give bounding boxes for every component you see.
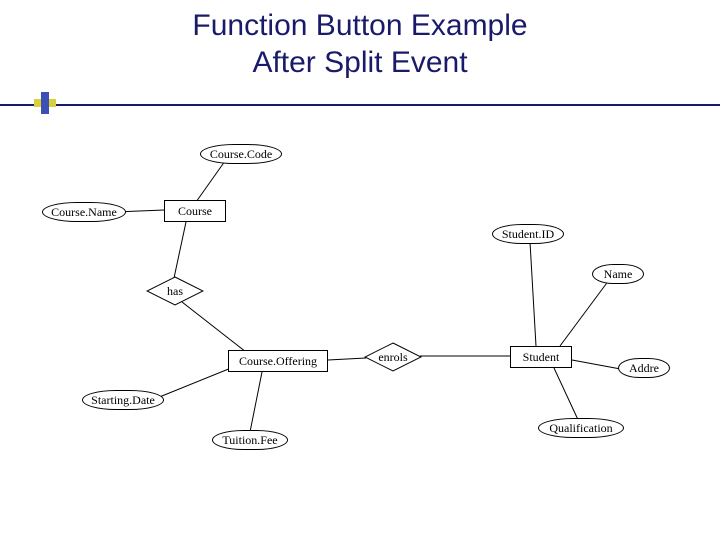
attr-course-code: Course.Code: [200, 144, 282, 164]
er-diagram: Course.Code Course.Name Starting.Date Tu…: [60, 130, 680, 510]
entity-course-offering: Course.Offering: [228, 350, 328, 372]
connector-lines: [60, 130, 680, 510]
relationship-has: has: [146, 276, 204, 306]
entity-course: Course: [164, 200, 226, 222]
attr-starting-date: Starting.Date: [82, 390, 164, 410]
slide-title: Function Button Example After Split Even…: [0, 8, 720, 81]
title-line-2: After Split Event: [252, 46, 467, 79]
attr-tuition-fee: Tuition.Fee: [212, 430, 288, 450]
bullet-icon: [34, 92, 56, 114]
attr-student-addr: Addre: [618, 358, 670, 378]
attr-student-id: Student.ID: [492, 224, 564, 244]
attr-student-qual: Qualification: [538, 418, 624, 438]
title-rule: [0, 104, 720, 106]
relationship-enrols-label: enrols: [378, 351, 407, 363]
entity-student: Student: [510, 346, 572, 368]
relationship-enrols: enrols: [364, 342, 422, 372]
attr-student-name: Name: [592, 264, 644, 284]
relationship-has-label: has: [167, 285, 183, 297]
title-line-1: Function Button Example: [192, 9, 527, 42]
attr-course-name: Course.Name: [42, 202, 126, 222]
